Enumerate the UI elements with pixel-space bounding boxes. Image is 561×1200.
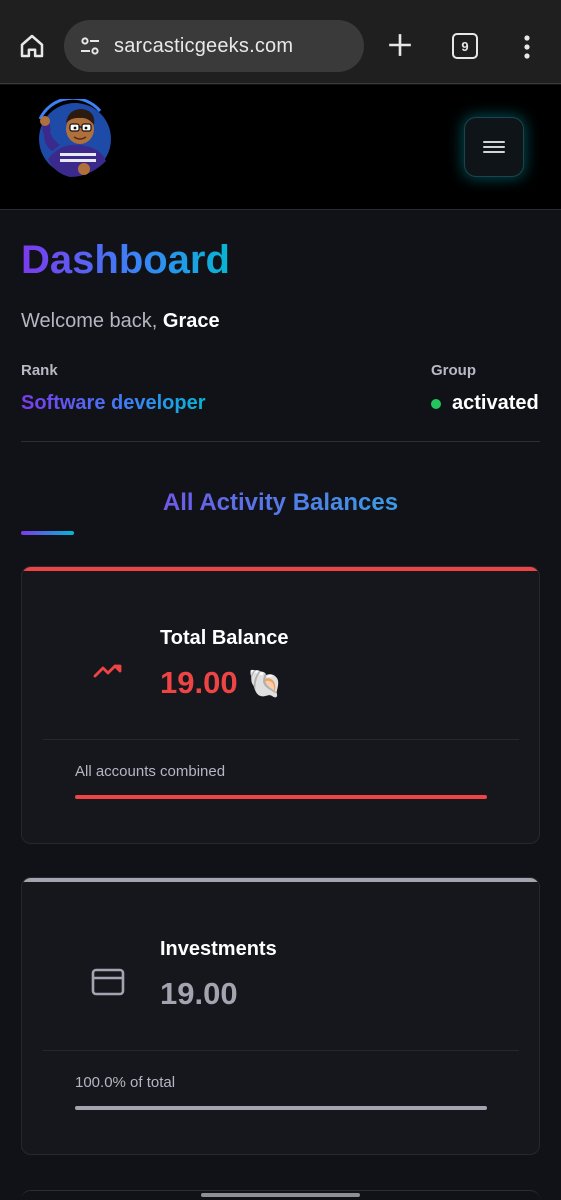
section-underline xyxy=(21,531,74,535)
amount-value: 19.00 xyxy=(160,665,238,700)
card-note: All accounts combined xyxy=(75,763,226,780)
section-title: All Activity Balances xyxy=(0,489,561,517)
gesture-home-indicator[interactable] xyxy=(201,1193,360,1197)
balance-amount: 19.00 🐚 xyxy=(160,665,282,701)
page-title: Dashboard xyxy=(21,238,230,282)
menu-button[interactable] xyxy=(464,117,524,177)
card-accent-line xyxy=(22,567,539,571)
progress-track xyxy=(75,795,487,799)
group-status: activated xyxy=(431,392,539,415)
amount-value: 19.00 xyxy=(160,976,238,1011)
welcome-message: Welcome back, Grace xyxy=(21,310,220,333)
more-options-icon[interactable] xyxy=(515,30,539,64)
url-text: sarcasticgeeks.com xyxy=(114,34,294,57)
welcome-prefix: Welcome back, xyxy=(21,310,163,332)
user-avatar[interactable] xyxy=(30,96,114,183)
investment-amount: 19.00 xyxy=(160,976,238,1012)
browser-toolbar: sarcasticgeeks.com 9 xyxy=(0,0,561,84)
trending-icon xyxy=(88,651,128,691)
investments-card[interactable]: Investments 19.00 100.0% of total xyxy=(21,877,540,1155)
hamburger-icon xyxy=(483,138,505,156)
rank-value: Software developer xyxy=(21,392,206,414)
progress-track xyxy=(75,1106,487,1110)
progress-fill xyxy=(75,1106,487,1110)
card-icon xyxy=(88,962,128,1002)
user-name: Grace xyxy=(162,310,220,332)
total-balance-card[interactable]: Total Balance 19.00 🐚 All accounts combi… xyxy=(21,566,540,844)
rank-label: Rank xyxy=(21,362,58,379)
new-tab-icon[interactable] xyxy=(383,28,417,62)
group-label: Group xyxy=(431,362,476,379)
card-divider xyxy=(43,1050,519,1051)
site-settings-icon[interactable] xyxy=(78,33,104,59)
card-title: Total Balance xyxy=(160,627,289,649)
card-note: 100.0% of total xyxy=(75,1074,176,1091)
progress-fill xyxy=(75,795,487,799)
divider xyxy=(21,441,540,442)
shell-currency-icon: 🐚 xyxy=(247,667,283,699)
group-value: activated xyxy=(452,392,539,414)
card-divider xyxy=(43,739,519,740)
card-title: Investments xyxy=(160,938,277,960)
address-bar[interactable]: sarcasticgeeks.com xyxy=(64,20,364,72)
home-icon[interactable] xyxy=(14,28,50,64)
status-dot xyxy=(431,398,441,409)
tab-switcher-button[interactable]: 9 xyxy=(452,33,478,59)
card-accent-line xyxy=(22,878,539,882)
